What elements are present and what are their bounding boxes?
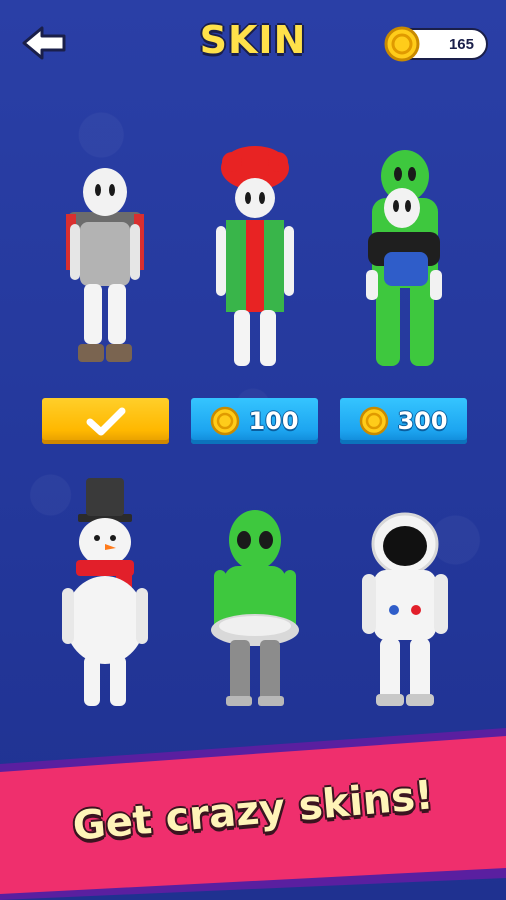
price-label: 300: [397, 407, 448, 435]
top-bar: SKIN 165: [0, 0, 506, 90]
skin-astronaut[interactable]: [330, 470, 480, 710]
skin-gift-box[interactable]: [180, 140, 330, 380]
skin-backpacker[interactable]: [30, 140, 180, 380]
coin-counter: 165: [384, 26, 488, 62]
coin-icon: [360, 406, 389, 436]
owned-button[interactable]: [42, 398, 169, 444]
coin-icon: [211, 406, 240, 436]
skin-alien[interactable]: [180, 470, 330, 710]
price-label: 100: [248, 407, 299, 435]
checkmark-icon: [86, 407, 125, 436]
coin-icon: [384, 26, 420, 62]
buy-button-300[interactable]: 300: [340, 398, 467, 444]
skin-snowman[interactable]: [30, 470, 180, 710]
skin-alien-ride[interactable]: [330, 140, 480, 380]
coin-count: 165: [448, 36, 474, 53]
buy-button-100[interactable]: 100: [191, 398, 318, 444]
